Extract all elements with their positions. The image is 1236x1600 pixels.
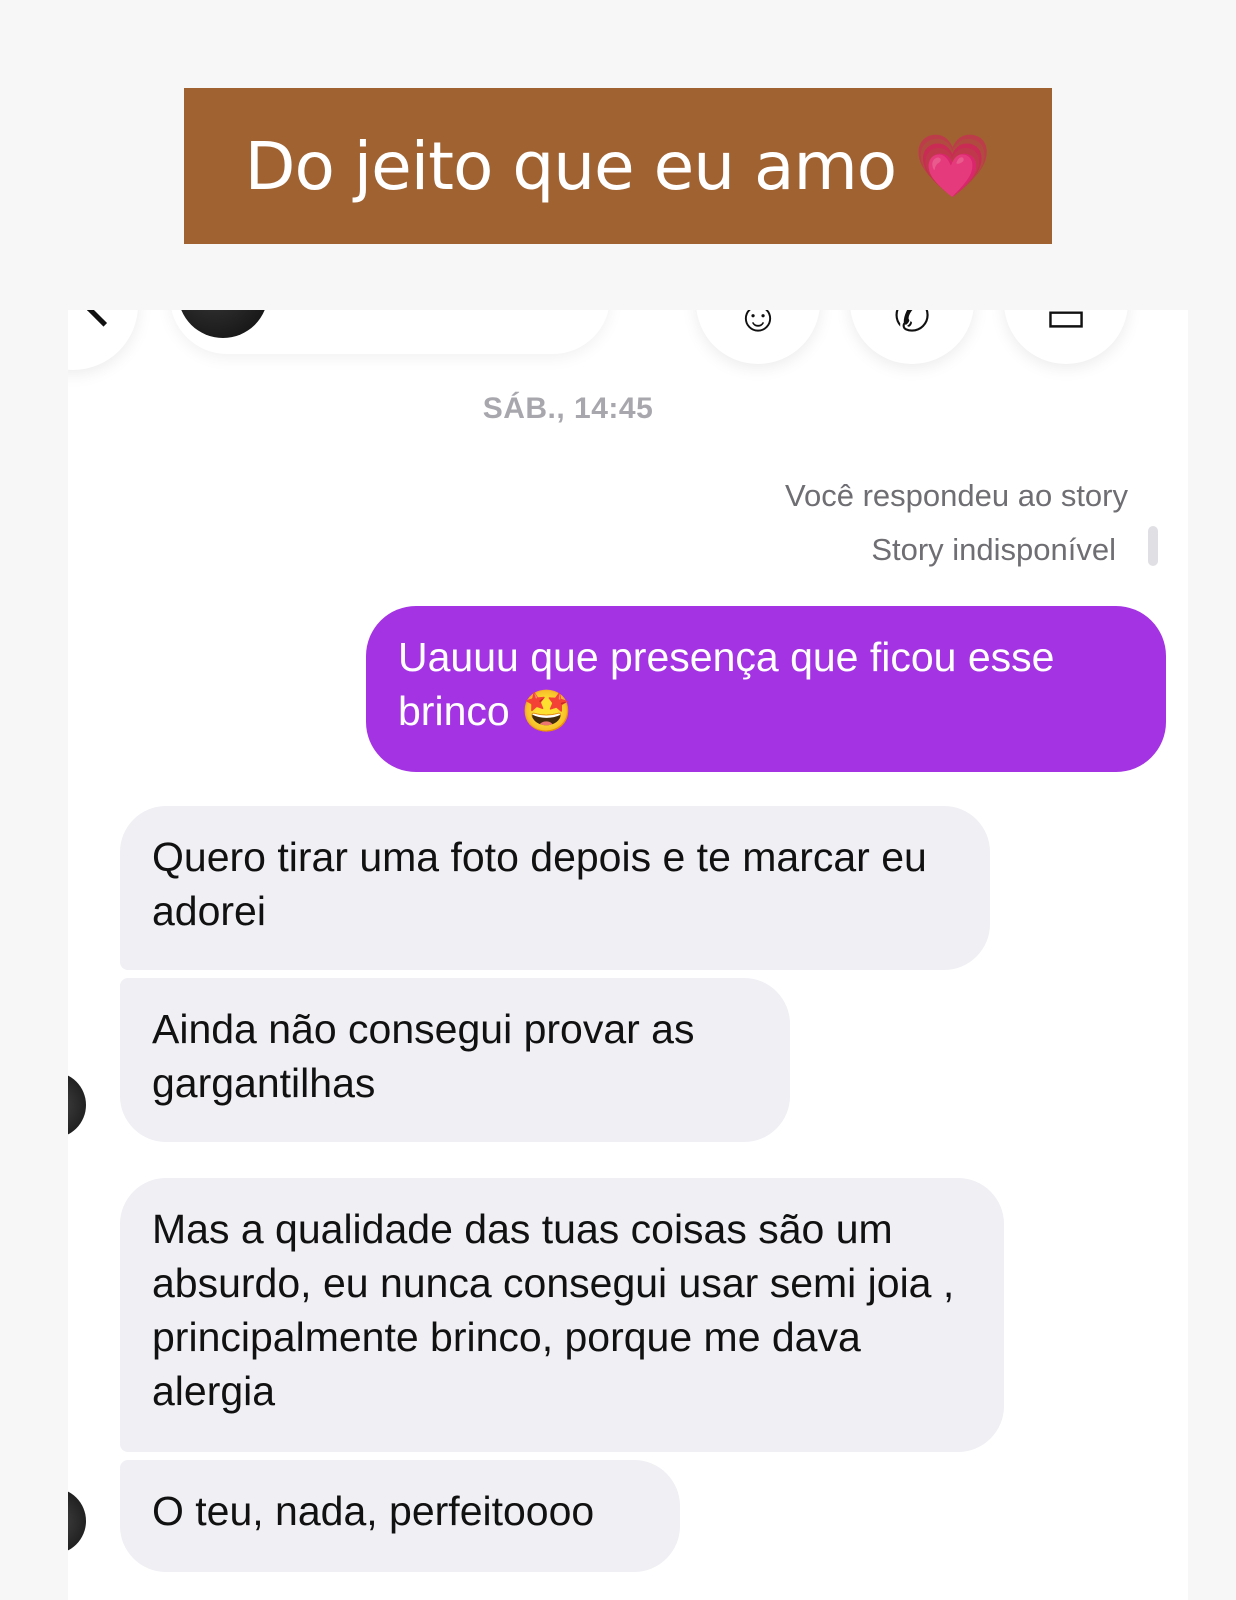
caption-banner: Do jeito que eu amo 💗 — [184, 88, 1052, 244]
message-text: Mas a qualidade das tuas coisas são um a… — [152, 1206, 955, 1414]
sent-message-bubble[interactable]: Uauuu que presença que ficou esse brinco… — [366, 606, 1166, 772]
message-timestamp: SÁB., 14:45 — [482, 392, 654, 425]
phone-icon: ✆ — [893, 310, 931, 341]
call-button[interactable]: ✆ — [850, 310, 974, 364]
story-reply-note: Você respondeu ao story — [785, 478, 1128, 513]
sticker-face-icon: ☺ — [735, 310, 781, 341]
heart-emoji-icon: 💗 — [914, 129, 992, 202]
received-message-bubble[interactable]: O teu, nada, perfeitoooo — [120, 1460, 680, 1572]
video-camera-icon: ▭ — [1045, 310, 1087, 341]
chat-screenshot: camiladuleben ☺ ✆ ▭ SÁB., 14:45 Você res… — [68, 310, 1188, 1600]
caption-text: Do jeito que eu amo — [244, 127, 898, 205]
message-text: Uauuu que presença que ficou esse brinco… — [398, 634, 1055, 734]
message-text: O teu, nada, perfeitoooo — [152, 1488, 595, 1534]
message-text: Quero tirar uma foto depois e te marcar … — [152, 834, 927, 934]
profile-chip[interactable]: camiladuleben — [170, 310, 610, 354]
story-unavailable-label[interactable]: Story indisponível — [871, 532, 1116, 568]
message-text: Ainda não consegui provar as gargantilha… — [152, 1006, 695, 1106]
sticker-button[interactable]: ☺ — [696, 310, 820, 364]
sender-avatar[interactable] — [68, 1072, 86, 1138]
chevron-left-icon — [84, 310, 123, 327]
sender-avatar[interactable] — [68, 1488, 86, 1554]
received-message-bubble[interactable]: Quero tirar uma foto depois e te marcar … — [120, 806, 990, 970]
story-reply-bar — [1148, 526, 1158, 566]
back-button[interactable] — [68, 310, 138, 370]
video-call-button[interactable]: ▭ — [1004, 310, 1128, 364]
received-message-bubble[interactable]: Ainda não consegui provar as gargantilha… — [120, 978, 790, 1142]
avatar — [178, 310, 268, 338]
chat-header: camiladuleben ☺ ✆ ▭ — [68, 310, 1188, 370]
received-message-bubble[interactable]: Mas a qualidade das tuas coisas são um a… — [120, 1178, 1004, 1452]
